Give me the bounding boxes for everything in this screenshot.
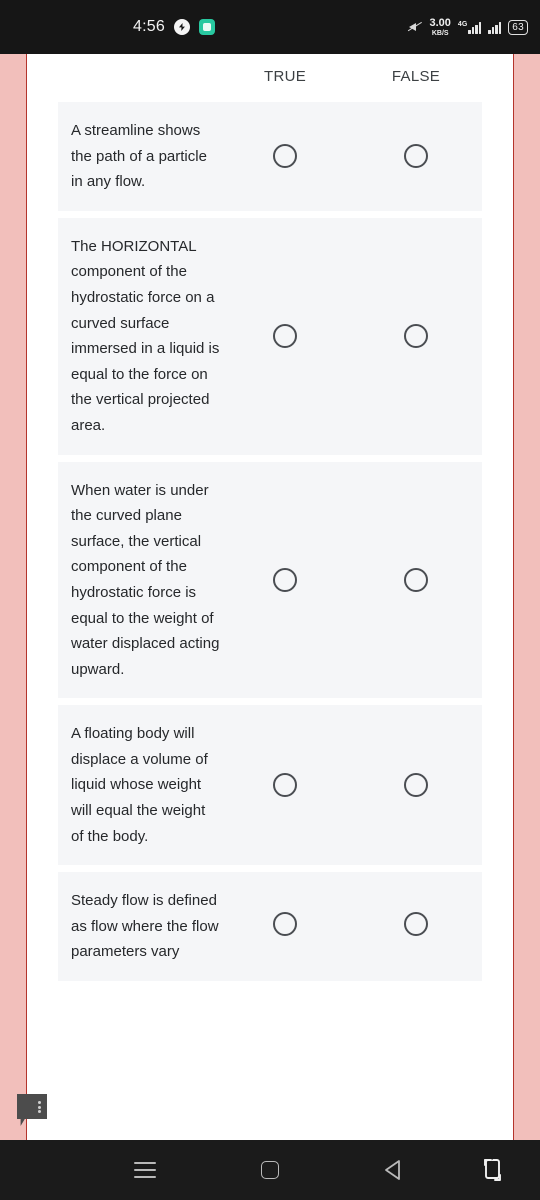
radio-false[interactable]: [404, 324, 428, 349]
question-text: Steady flow is defined as flow where the…: [71, 892, 219, 961]
network-type-label: 4G: [457, 20, 468, 28]
messenger-icon: [173, 19, 190, 35]
status-bar-left: 4:56: [133, 18, 215, 36]
column-header-row: TRUE FALSE: [27, 54, 513, 102]
question-text: A streamline shows the path of a particl…: [71, 122, 207, 191]
question-card: Steady flow is defined as flow where the…: [58, 872, 482, 982]
signal-icon-primary: 4G: [457, 20, 482, 34]
rotate-screen-icon[interactable]: [471, 1148, 515, 1192]
network-speed-indicator: 3.00 KB/S: [429, 16, 451, 37]
question-text: A floating body will displace a volume o…: [71, 725, 208, 845]
rotate-glyph: [484, 1159, 501, 1181]
radio-false[interactable]: [404, 144, 428, 169]
question-text: When water is under the curved plane sur…: [71, 481, 220, 678]
question-card: When water is under the curved plane sur…: [58, 461, 482, 699]
network-speed-unit: KB/S: [431, 29, 449, 37]
network-speed-value: 3.00: [429, 16, 451, 29]
column-header-false: FALSE: [391, 68, 441, 85]
left-pink-rail: [0, 54, 27, 1140]
radio-true[interactable]: [273, 567, 297, 592]
signal-bars-secondary: [488, 21, 502, 34]
status-bar: 4:56 3.00 KB/S 4G 63: [0, 0, 540, 54]
app-icon: [198, 19, 215, 35]
right-pink-rail: [513, 54, 540, 1140]
status-bar-right: 3.00 KB/S 4G 63: [406, 16, 528, 37]
question-card: A streamline shows the path of a particl…: [58, 102, 482, 211]
status-clock: 4:56: [133, 18, 165, 35]
question-card: A floating body will displace a volume o…: [58, 705, 482, 866]
flag-dots: [38, 1101, 41, 1113]
radio-false[interactable]: [404, 912, 428, 937]
recents-icon[interactable]: [123, 1148, 167, 1192]
radio-true[interactable]: [273, 912, 297, 937]
quiz-content: TRUE FALSE A streamline shows the path o…: [27, 54, 513, 1140]
mute-icon: [406, 20, 423, 34]
navigation-bar: [0, 1140, 540, 1200]
back-icon[interactable]: [371, 1148, 415, 1192]
question-card: The HORIZONTAL component of the hydrosta…: [58, 217, 482, 455]
question-text: The HORIZONTAL component of the hydrosta…: [71, 237, 220, 434]
radio-true[interactable]: [273, 773, 297, 798]
radio-false[interactable]: [404, 773, 428, 798]
signal-bars-primary: [468, 21, 482, 34]
back-triangle-glyph: [385, 1160, 400, 1180]
phone-screen: 4:56 3.00 KB/S 4G 63 TRUE FALSE A stream…: [0, 0, 540, 1200]
radio-true[interactable]: [273, 324, 297, 349]
home-icon[interactable]: [248, 1148, 292, 1192]
battery-indicator: 63: [508, 19, 528, 35]
radio-true[interactable]: [273, 144, 297, 169]
radio-false[interactable]: [404, 567, 428, 592]
column-header-true: TRUE: [263, 68, 307, 85]
